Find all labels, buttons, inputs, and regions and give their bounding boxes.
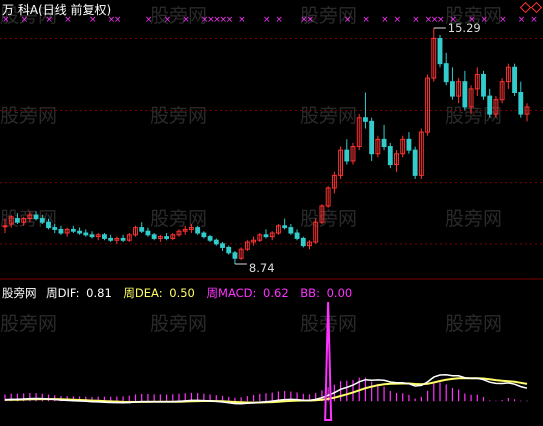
legend-dif-value: 0.81 [86, 286, 112, 300]
candle-body [437, 37, 443, 65]
candle-body [363, 117, 368, 122]
signal-marker-icon: × [64, 15, 72, 25]
watermark-text: 股旁网 [150, 313, 207, 335]
candle-body [139, 227, 145, 232]
candle-body [288, 227, 294, 234]
signal-marker-icon: × [46, 15, 54, 25]
signal-marker-icon: × [481, 15, 489, 25]
candle-body [33, 214, 39, 220]
signal-marker-icon: × [381, 15, 389, 25]
legend-dea-label: 周DEA: [123, 286, 162, 300]
low-annotation: 8.74 [234, 261, 275, 275]
candle-body [102, 234, 107, 239]
candle-body [201, 232, 207, 238]
candle-body [151, 234, 157, 239]
candle-body [232, 252, 238, 259]
legend-bb-label: BB: [300, 286, 320, 300]
candle-body [344, 149, 350, 162]
signal-marker-icon: × [437, 15, 445, 25]
watermark-text: 股旁网 [445, 105, 502, 127]
signal-marker-icon: × [344, 15, 352, 25]
candle-body [443, 63, 449, 83]
candle-body [145, 230, 151, 236]
macd-legend: 股旁网 周DIF: 0.81 周DEA: 0.50 周MACD: 0.62 BB… [2, 286, 352, 300]
candle-body [300, 237, 306, 247]
candle-body [77, 230, 82, 234]
signal-marker-icon: × [499, 15, 507, 25]
legend-dif-label: 周DIF: [46, 286, 79, 300]
legend-source: 股旁网 [2, 286, 37, 300]
macd-histogram [4, 377, 528, 402]
candle-body [108, 237, 114, 241]
signal-marker-icon: × [362, 15, 370, 25]
signal-marker-icon: × [307, 15, 315, 25]
candle-body [518, 91, 524, 115]
candle-body [381, 138, 387, 148]
watermark-text: 股旁网 [150, 5, 207, 27]
signal-marker-icon: × [412, 15, 420, 25]
candle-body [164, 236, 169, 239]
candle-body [412, 149, 418, 176]
candle-body [369, 120, 375, 155]
watermark-text: 股旁网 [0, 105, 57, 127]
candle-body [89, 234, 95, 238]
candle-body [226, 246, 232, 254]
chart-stage: 股旁网 股旁网 股旁网 股旁网股旁网 股旁网 股旁网 股旁网股旁网 股旁网 股旁网 股旁网股旁网股… [0, 1, 543, 421]
candle-body [450, 81, 455, 97]
signal-marker-icon: × [226, 15, 234, 25]
candle-body [462, 81, 468, 108]
candle-body [406, 138, 412, 151]
watermark-text: 股旁网 [300, 105, 357, 127]
candle-body [213, 239, 219, 245]
candle-body [83, 232, 89, 236]
candle-body [282, 225, 288, 229]
candle-body [294, 232, 300, 239]
nav-diamonds[interactable] [519, 1, 543, 14]
signal-marker-icon: × [145, 15, 153, 25]
candle-body [46, 221, 51, 229]
watermark-text: 股旁网 [445, 313, 502, 335]
signal-marker-icon: × [263, 15, 271, 25]
watermark-text: 股旁网 [150, 105, 207, 127]
legend-dea-value: 0.50 [169, 286, 195, 300]
low-price-label: 8.74 [249, 261, 275, 275]
candle-body [15, 218, 20, 223]
high-price-label: 15.29 [448, 21, 481, 35]
legend-bb-value: 0.00 [327, 286, 353, 300]
signal-marker-icon: × [114, 15, 122, 25]
candle-body [481, 73, 486, 97]
signal-marker-icon: × [89, 15, 97, 25]
signal-marker-icon: × [164, 15, 172, 25]
candle-body [70, 228, 76, 232]
candle-body [207, 236, 213, 241]
signal-marker-icon: × [394, 15, 402, 25]
signal-marker-icon: × [518, 15, 526, 25]
signal-marker-icon: × [238, 15, 246, 25]
candle-body [387, 146, 393, 166]
signal-marker-icon: × [275, 15, 283, 25]
candle-body [120, 237, 126, 241]
candle-body [487, 95, 493, 115]
candle-body [52, 227, 58, 230]
candle-body [2, 225, 8, 228]
prev-diamond-icon[interactable] [519, 1, 532, 14]
watermark-text: 股旁网 [300, 208, 357, 230]
candle-body [220, 243, 225, 248]
watermark-text: 股旁网 [445, 208, 502, 230]
watermark-text: 股旁网 [150, 208, 207, 230]
signal-marker-icon: × [2, 15, 10, 25]
candle-body [195, 227, 201, 234]
legend-macd-label: 周MACD: [207, 286, 257, 300]
candle-body [263, 234, 269, 238]
candle-body [39, 218, 45, 223]
next-diamond-icon[interactable] [530, 1, 543, 14]
watermark-text: 股旁网 [0, 313, 57, 335]
signal-marker-icon: × [182, 15, 190, 25]
candle-body [512, 66, 517, 93]
signal-marker-icon: × [530, 15, 538, 25]
candle-body [58, 228, 64, 234]
legend-macd-value: 0.62 [263, 286, 289, 300]
signal-marker-icon: × [21, 15, 29, 25]
